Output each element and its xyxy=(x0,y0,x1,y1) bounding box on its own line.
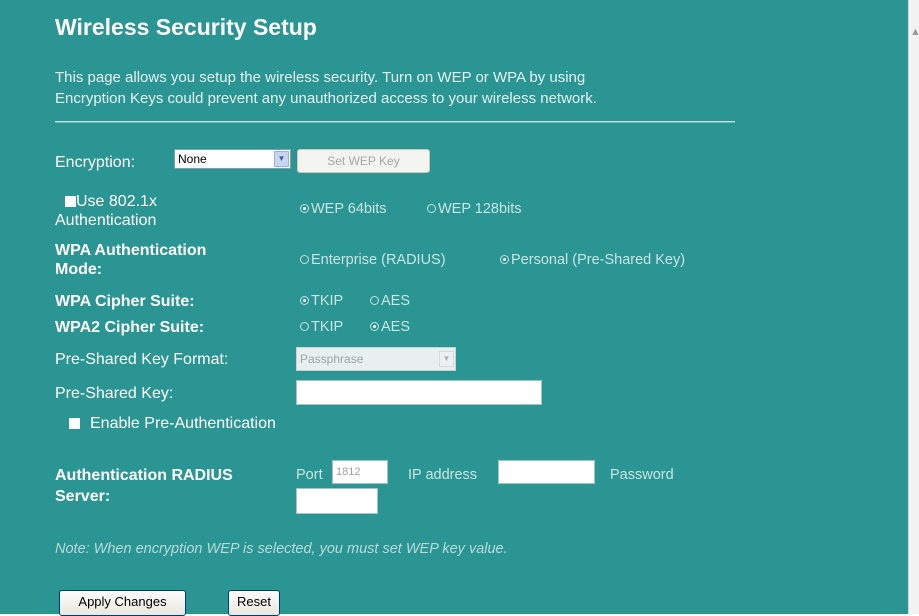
wep-note: Note: When encryption WEP is selected, y… xyxy=(55,541,508,557)
wep-64bits-option[interactable]: WEP 64bits xyxy=(300,200,387,219)
wpa2-aes-radio[interactable] xyxy=(370,322,379,331)
use-8021x-label-line-2: Authentication xyxy=(55,212,157,229)
use-8021x-checkbox-label[interactable]: Use 802.1x xyxy=(65,192,157,211)
apply-changes-button[interactable]: Apply Changes xyxy=(59,590,186,616)
scroll-up-icon[interactable]: ▲ xyxy=(910,22,919,42)
use-8021x-checkbox[interactable] xyxy=(65,196,76,207)
encryption-label: Encryption: xyxy=(55,154,136,171)
enterprise-radius-radio[interactable] xyxy=(300,255,309,264)
wpa-cipher-label: WPA Cipher Suite: xyxy=(55,293,195,310)
wep-64bits-radio[interactable] xyxy=(300,204,309,213)
personal-psk-option[interactable]: Personal (Pre-Shared Key) xyxy=(500,251,685,270)
radius-password-input[interactable] xyxy=(296,488,378,514)
page-title: Wireless Security Setup xyxy=(55,14,317,40)
radius-ip-input[interactable] xyxy=(498,460,595,484)
psk-format-select[interactable]: Passphrase ▼ xyxy=(296,347,456,371)
psk-input[interactable] xyxy=(296,380,542,405)
wpa2-tkip-option[interactable]: TKIP xyxy=(300,318,343,337)
wep-128bits-radio[interactable] xyxy=(427,204,436,213)
wpa-tkip-option[interactable]: TKIP xyxy=(300,292,343,311)
wpa2-aes-label: AES xyxy=(381,319,411,335)
encryption-select[interactable]: None ▼ xyxy=(174,149,291,169)
wpa-auth-mode-label-line-1: WPA Authentication xyxy=(55,242,207,259)
chevron-down-icon[interactable]: ▼ xyxy=(274,151,289,167)
personal-psk-label: Personal (Pre-Shared Key) xyxy=(511,252,686,268)
wpa2-tkip-radio[interactable] xyxy=(300,322,309,331)
reset-button[interactable]: Reset xyxy=(228,590,280,616)
page-description: This page allows you setup the wireless … xyxy=(55,67,745,109)
pre-auth-option[interactable]: Enable Pre-Authentication xyxy=(69,414,276,433)
radius-ip-label: IP address xyxy=(408,467,478,483)
wpa-aes-radio[interactable] xyxy=(370,296,379,305)
radius-password-label: Password xyxy=(610,467,674,483)
radius-label-line-2: Server: xyxy=(55,488,111,505)
psk-format-select-value: Passphrase xyxy=(300,352,364,366)
description-line-2: Encryption Keys could prevent any unauth… xyxy=(55,90,597,107)
psk-format-label: Pre-Shared Key Format: xyxy=(55,351,229,368)
wpa-auth-mode-label-line-2: Mode: xyxy=(55,261,103,278)
set-wep-key-button[interactable]: Set WEP Key xyxy=(297,149,430,173)
wep-128bits-option[interactable]: WEP 128bits xyxy=(427,200,522,219)
wpa-tkip-label: TKIP xyxy=(311,293,344,309)
radius-port-label: Port xyxy=(296,467,323,483)
psk-label: Pre-Shared Key: xyxy=(55,385,174,402)
pre-auth-checkbox[interactable] xyxy=(69,418,80,429)
use-8021x-label-line-1: Use 802.1x xyxy=(76,193,157,210)
divider xyxy=(55,121,735,123)
enterprise-radius-label: Enterprise (RADIUS) xyxy=(311,252,446,268)
personal-psk-radio[interactable] xyxy=(500,255,509,264)
pre-auth-label: Enable Pre-Authentication xyxy=(90,415,276,432)
wpa2-cipher-label: WPA2 Cipher Suite: xyxy=(55,319,205,336)
description-line-1: This page allows you setup the wireless … xyxy=(55,69,586,86)
wpa-aes-option[interactable]: AES xyxy=(370,292,410,311)
chevron-down-icon[interactable]: ▼ xyxy=(439,351,454,367)
right-frame-edge: ▲ xyxy=(908,0,919,614)
wep-64bits-label: WEP 64bits xyxy=(311,201,387,217)
wpa2-aes-option[interactable]: AES xyxy=(370,318,410,337)
encryption-select-value: None xyxy=(178,152,207,166)
wpa2-tkip-label: TKIP xyxy=(311,319,344,335)
wep-128bits-label: WEP 128bits xyxy=(438,201,522,217)
wpa-aes-label: AES xyxy=(381,293,411,309)
wpa-tkip-radio[interactable] xyxy=(300,296,309,305)
enterprise-radius-option[interactable]: Enterprise (RADIUS) xyxy=(300,251,446,270)
radius-port-input[interactable]: 1812 xyxy=(332,460,388,484)
radius-label-line-1: Authentication RADIUS xyxy=(55,467,233,484)
wireless-security-page: Wireless Security Setup This page allows… xyxy=(0,0,908,616)
